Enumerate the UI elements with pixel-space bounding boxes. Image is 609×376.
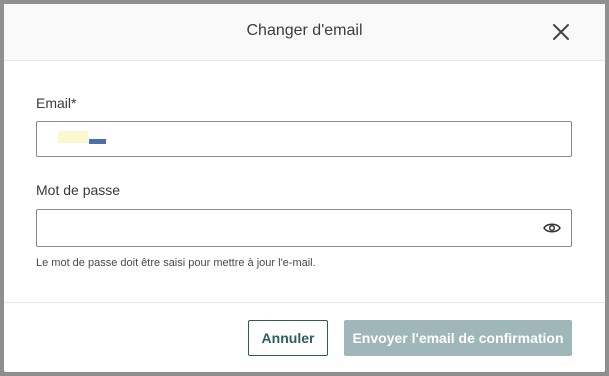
- password-label: Mot de passe: [36, 182, 121, 198]
- email-field[interactable]: [36, 121, 572, 157]
- cancel-button[interactable]: Annuler: [248, 320, 328, 356]
- redacted-text-mark: [58, 131, 88, 143]
- password-help-text: Le mot de passe doit être saisi pour met…: [36, 257, 316, 269]
- password-input[interactable]: [37, 210, 571, 246]
- email-input[interactable]: [37, 122, 571, 156]
- eye-icon[interactable]: [543, 221, 561, 235]
- change-email-dialog: Changer d'email Email* Mot de passe Le m…: [4, 4, 605, 372]
- close-icon[interactable]: [551, 22, 571, 42]
- send-confirmation-button[interactable]: Envoyer l'email de confirmation: [344, 320, 572, 356]
- email-label: Email*: [36, 95, 77, 111]
- redacted-text-mark: [89, 139, 106, 144]
- dialog-title: Changer d'email: [246, 22, 363, 39]
- password-field[interactable]: [36, 209, 572, 247]
- footer-divider: [4, 302, 605, 303]
- dialog-header: Changer d'email: [4, 4, 605, 61]
